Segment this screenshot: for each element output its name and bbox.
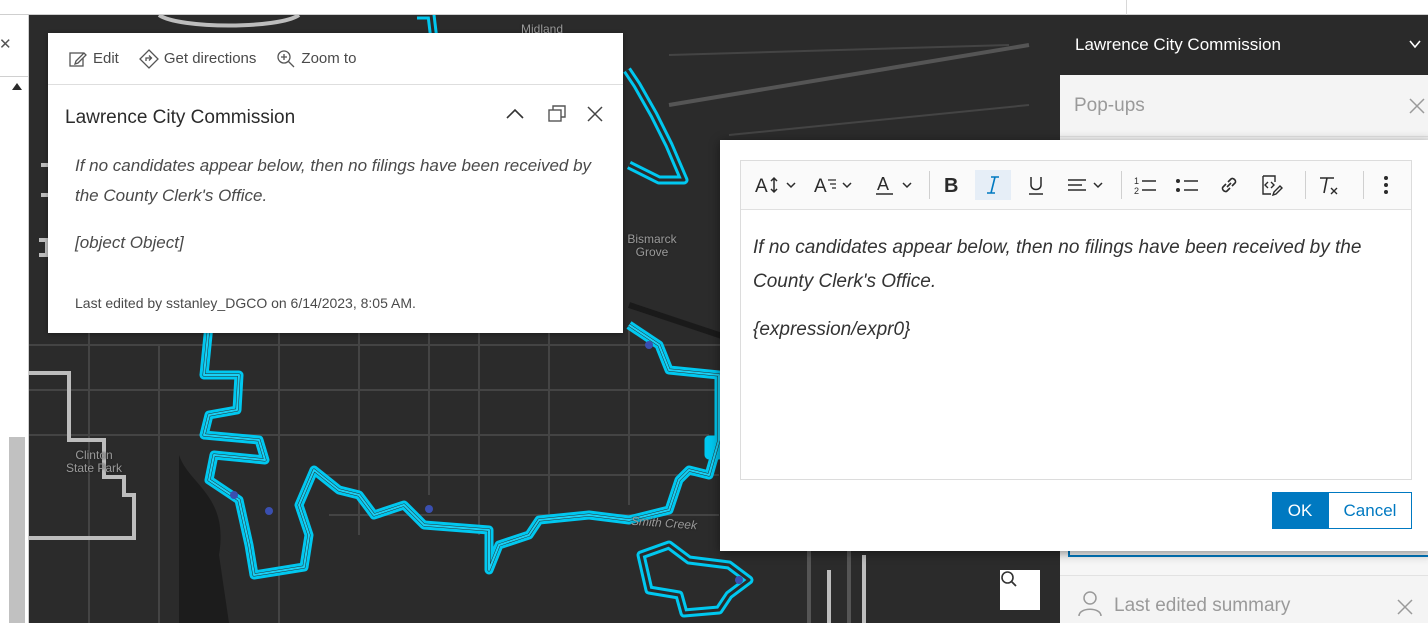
svg-text:1: 1 [1134,176,1139,186]
edit-icon [69,51,87,67]
font-color-icon: A [876,174,912,195]
scroll-up-icon[interactable] [12,83,22,90]
directions-icon [138,48,159,69]
more-vertical-icon [1384,176,1388,194]
scrollbar-thumb[interactable] [9,437,25,623]
zoom-in-icon [277,49,295,67]
popup-body-text: If no candidates appear below, then no f… [75,156,592,205]
ok-button[interactable]: OK [1272,492,1328,529]
feature-popup: Edit Get directions Zoom to Lawrence Cit… [48,33,623,333]
left-panel: ✕ [0,15,29,623]
user-icon [1078,591,1102,616]
popup-close-button[interactable] [584,103,606,130]
font-size-icon: A [755,176,796,196]
side-panel-header[interactable]: Lawrence City Commission [1060,15,1428,75]
close-icon[interactable]: ✕ [0,35,12,53]
font-size-button[interactable]: A [751,170,803,200]
toolbar-separator [1121,171,1122,199]
search-icon [1001,571,1017,587]
clear-formatting-button[interactable] [1311,170,1347,200]
top-bar-divider [1126,0,1127,15]
popup-last-edited: Last edited by sstanley_DGCO on 6/14/202… [75,295,416,311]
last-edited-summary-label: Last edited summary [1114,595,1291,616]
text-editor-dialog: A A A B 12 If no candidates appear below… [720,140,1428,551]
svg-text:A: A [755,176,768,196]
chevron-up-icon [506,108,524,119]
map-search-button[interactable] [1000,570,1040,610]
map-label-bismarck-grove: Bismarck Grove [627,232,677,259]
svg-text:2: 2 [1134,186,1139,196]
link-icon [1221,177,1237,193]
clear-formatting-icon [1320,177,1338,195]
bulleted-list-icon [1176,179,1198,192]
map-label-clinton-state-park: Clinton State Park [65,448,123,475]
svg-text:A: A [814,176,827,196]
underline-button[interactable] [1019,170,1053,200]
chevron-down-icon[interactable] [1408,37,1422,51]
popups-label: Pop-ups [1074,95,1145,116]
toolbar-separator [1305,171,1306,199]
toolbar-separator [1363,171,1364,199]
underline-icon [1029,177,1043,195]
numbered-list-button[interactable]: 12 [1127,170,1163,200]
close-icon[interactable] [1396,598,1414,616]
last-edited-summary-section[interactable]: Last edited summary [1060,575,1428,623]
side-panel-title: Lawrence City Commission [1075,35,1281,54]
left-panel-divider [0,76,28,77]
popup-actions-bar: Edit Get directions Zoom to [48,33,623,85]
italic-icon [987,176,999,194]
svg-text:B: B [944,175,958,196]
popups-section[interactable]: Pop-ups [1060,75,1428,137]
bold-icon: B [944,175,958,196]
get-directions-label: Get directions [163,50,257,67]
font-color-button[interactable]: A [871,170,921,200]
numbered-list-icon: 12 [1134,176,1156,196]
rich-text-editor: A A A B 12 If no candidates appear below… [740,160,1412,480]
italic-button[interactable] [975,170,1011,200]
bulleted-list-button[interactable] [1169,170,1205,200]
collapse-button[interactable] [504,103,526,130]
edit-button[interactable]: Edit [68,49,119,69]
dock-icon [548,105,566,122]
editor-expression-text[interactable]: {expression/expr0} [753,319,910,341]
link-button[interactable] [1211,170,1247,200]
more-options-button[interactable] [1371,170,1401,200]
font-style-icon: A [814,176,852,196]
align-left-icon [1068,179,1103,191]
popup-object-text: [object Object] [75,233,184,252]
edit-label: Edit [93,50,119,67]
close-icon[interactable] [1408,97,1426,115]
editor-toolbar: A A A B 12 [741,161,1411,210]
editor-content-text[interactable]: If no candidates appear below, then no f… [753,231,1393,299]
zoom-to-label: Zoom to [301,50,357,67]
font-style-button[interactable]: A [811,170,861,200]
bold-button[interactable]: B [935,170,969,200]
toolbar-separator [929,171,930,199]
insert-expression-button[interactable] [1253,170,1289,200]
zoom-to-button[interactable]: Zoom to [276,49,356,69]
dock-button[interactable] [546,103,568,130]
popup-title: Lawrence City Commission [65,107,296,128]
get-directions-button[interactable]: Get directions [138,48,257,69]
svg-text:A: A [877,174,889,194]
close-icon [587,106,603,122]
top-bar [0,0,1428,15]
alignment-button[interactable] [1061,170,1113,200]
cancel-button[interactable]: Cancel [1328,492,1412,529]
insert-expression-icon [1262,175,1283,196]
